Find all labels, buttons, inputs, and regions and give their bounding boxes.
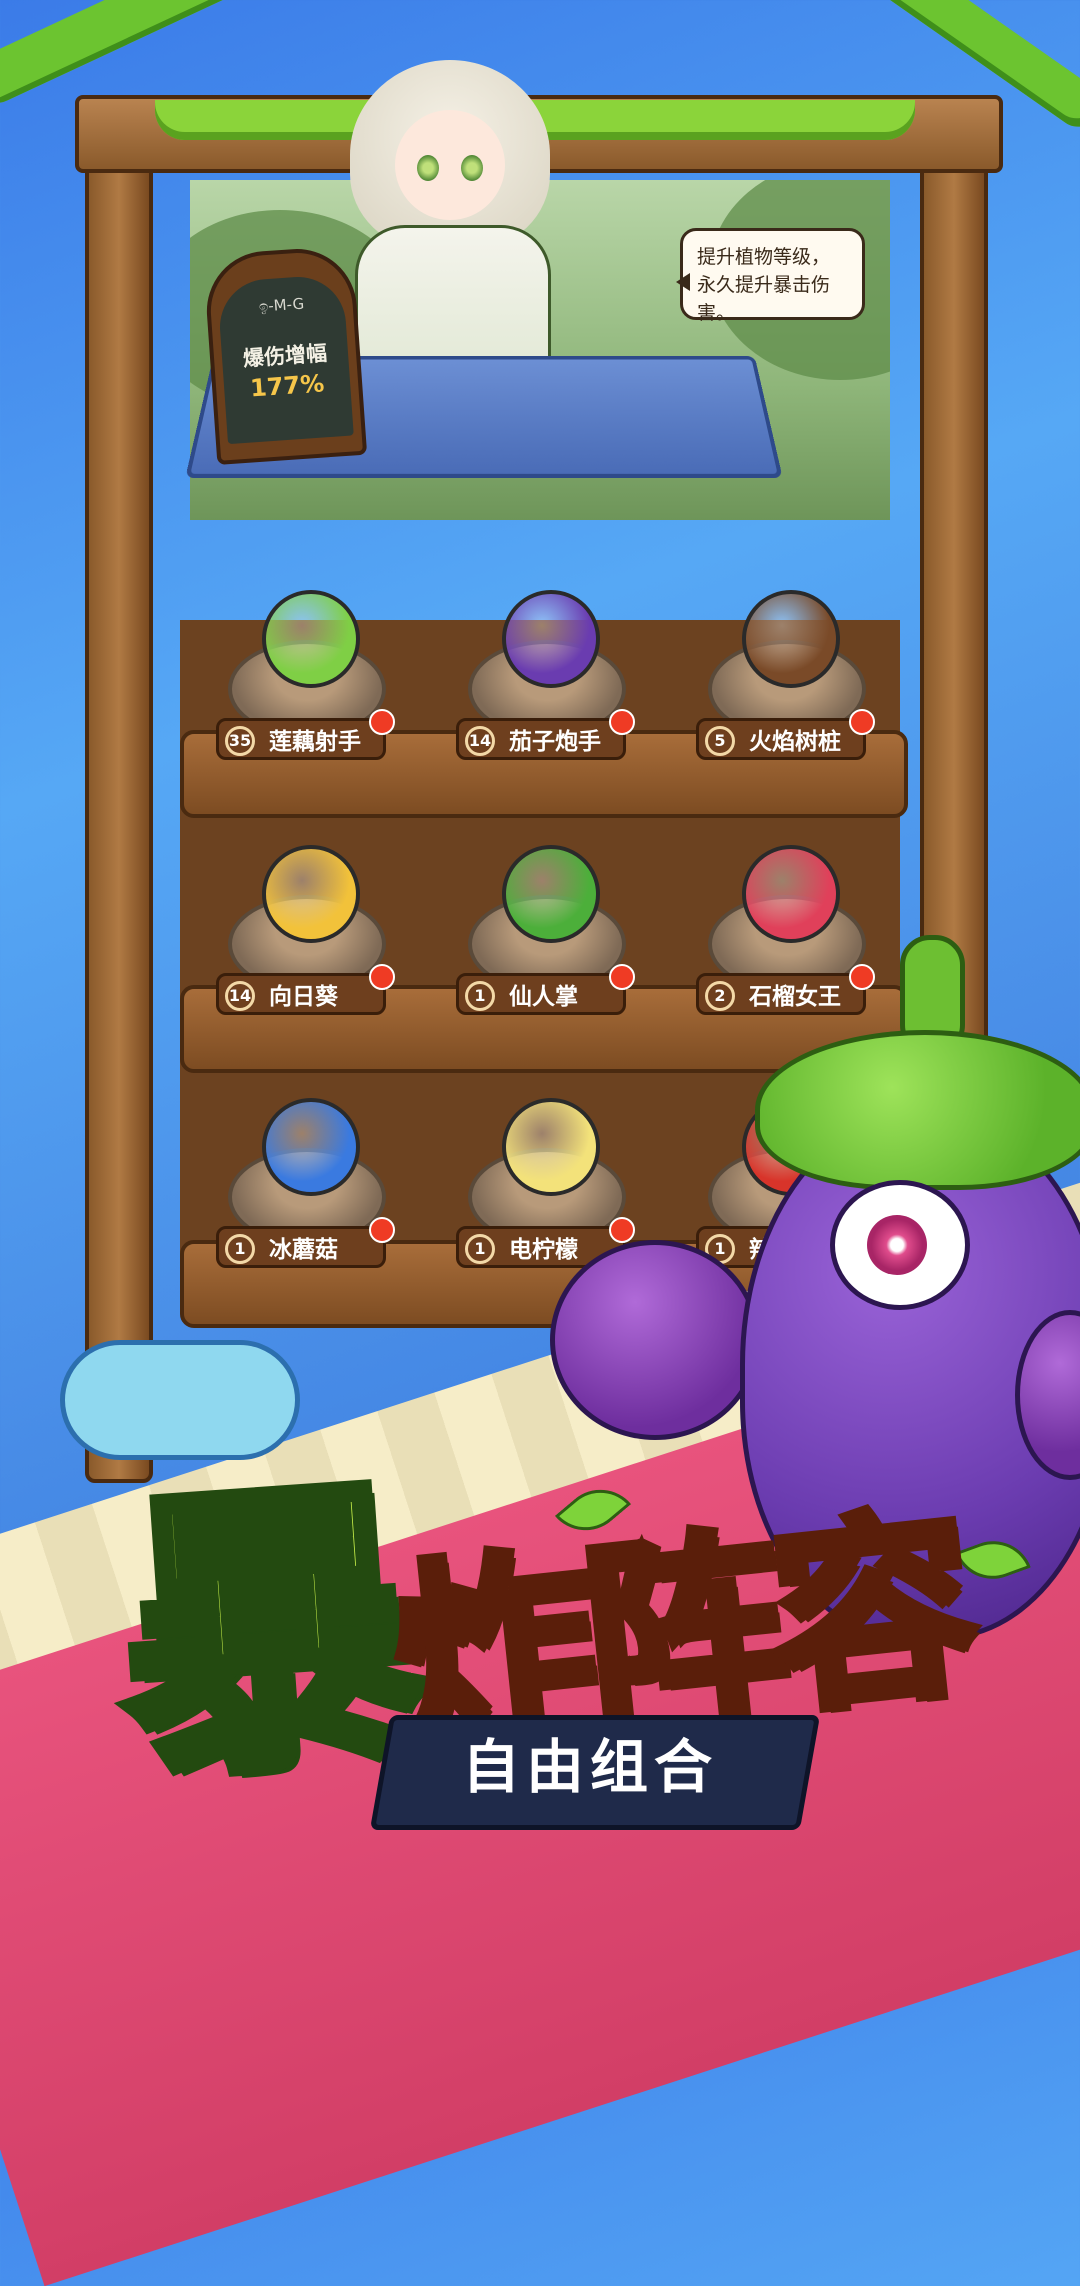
cloud-decoration xyxy=(60,1340,300,1460)
eye-icon xyxy=(461,155,483,181)
crit-damage-board: ඉ-M-G 爆伤增幅 177% xyxy=(202,245,368,465)
notification-dot-icon xyxy=(369,1217,395,1243)
speech-bubble: 提升植物等级，永久提升暴击伤害。 xyxy=(676,228,865,324)
notification-dot-icon xyxy=(609,964,635,990)
plant-level-badge: 1 xyxy=(465,1234,495,1264)
plant-figure-icon xyxy=(262,845,360,943)
plant-name: 仙人掌 xyxy=(509,984,578,1010)
plant-figure-icon xyxy=(502,845,600,943)
plant-name: 向日葵 xyxy=(269,984,338,1010)
plant-figure-icon xyxy=(502,1098,600,1196)
plant-slot[interactable]: 14 向日葵 xyxy=(216,845,408,1025)
plant-level-badge: 5 xyxy=(705,726,735,756)
notification-dot-icon xyxy=(609,709,635,735)
plant-label: 5 火焰树桩 xyxy=(696,709,875,760)
plant-figure-icon xyxy=(742,590,840,688)
plant-level-badge: 2 xyxy=(705,981,735,1011)
notification-dot-icon xyxy=(609,1217,635,1243)
plant-figure-icon xyxy=(262,590,360,688)
plant-slot[interactable]: 35 莲藕射手 xyxy=(216,590,408,770)
plant-slot[interactable]: 2 石榴女王 xyxy=(696,845,888,1025)
plant-name: 火焰树桩 xyxy=(749,729,841,755)
notification-dot-icon xyxy=(369,709,395,735)
plant-slot[interactable]: 1 冰蘑菇 xyxy=(216,1098,408,1278)
plant-slot[interactable]: 5 火焰树桩 xyxy=(696,590,888,770)
plant-name: 莲藕射手 xyxy=(269,729,361,755)
plant-label: 14 茄子炮手 xyxy=(456,709,635,760)
plant-figure-icon xyxy=(262,1098,360,1196)
plant-label: 1 仙人掌 xyxy=(456,964,635,1015)
plant-level-badge: 1 xyxy=(225,1234,255,1264)
eye-icon xyxy=(417,155,439,181)
plant-label: 1 冰蘑菇 xyxy=(216,1217,395,1268)
plant-level-badge: 14 xyxy=(465,726,495,756)
banner-subtitle: 自由组合 xyxy=(461,1733,718,1801)
plant-name: 电柠檬 xyxy=(509,1237,578,1263)
plant-name: 冰蘑菇 xyxy=(269,1237,338,1263)
plant-level-badge: 1 xyxy=(465,981,495,1011)
notification-dot-icon xyxy=(369,964,395,990)
stall-post-left xyxy=(85,125,153,1483)
plant-level-badge: 35 xyxy=(225,726,255,756)
plant-label: 14 向日葵 xyxy=(216,964,395,1015)
eggplant-eye-icon xyxy=(830,1180,970,1310)
shopkeeper-face xyxy=(395,110,505,220)
eggplant-leaf-cap xyxy=(755,1030,1080,1190)
plant-figure-icon xyxy=(742,845,840,943)
plant-name: 石榴女王 xyxy=(749,984,841,1010)
plant-label: 2 石榴女王 xyxy=(696,964,875,1015)
purple-imp-mascot xyxy=(550,1240,760,1440)
plant-level-badge: 14 xyxy=(225,981,255,1011)
plant-figure-icon xyxy=(502,590,600,688)
notification-dot-icon xyxy=(849,709,875,735)
plant-name: 茄子炮手 xyxy=(509,729,601,755)
plant-slot[interactable]: 1 仙人掌 xyxy=(456,845,648,1025)
plant-label: 35 莲藕射手 xyxy=(216,709,395,760)
plant-slot[interactable]: 14 茄子炮手 xyxy=(456,590,648,770)
notification-dot-icon xyxy=(849,964,875,990)
